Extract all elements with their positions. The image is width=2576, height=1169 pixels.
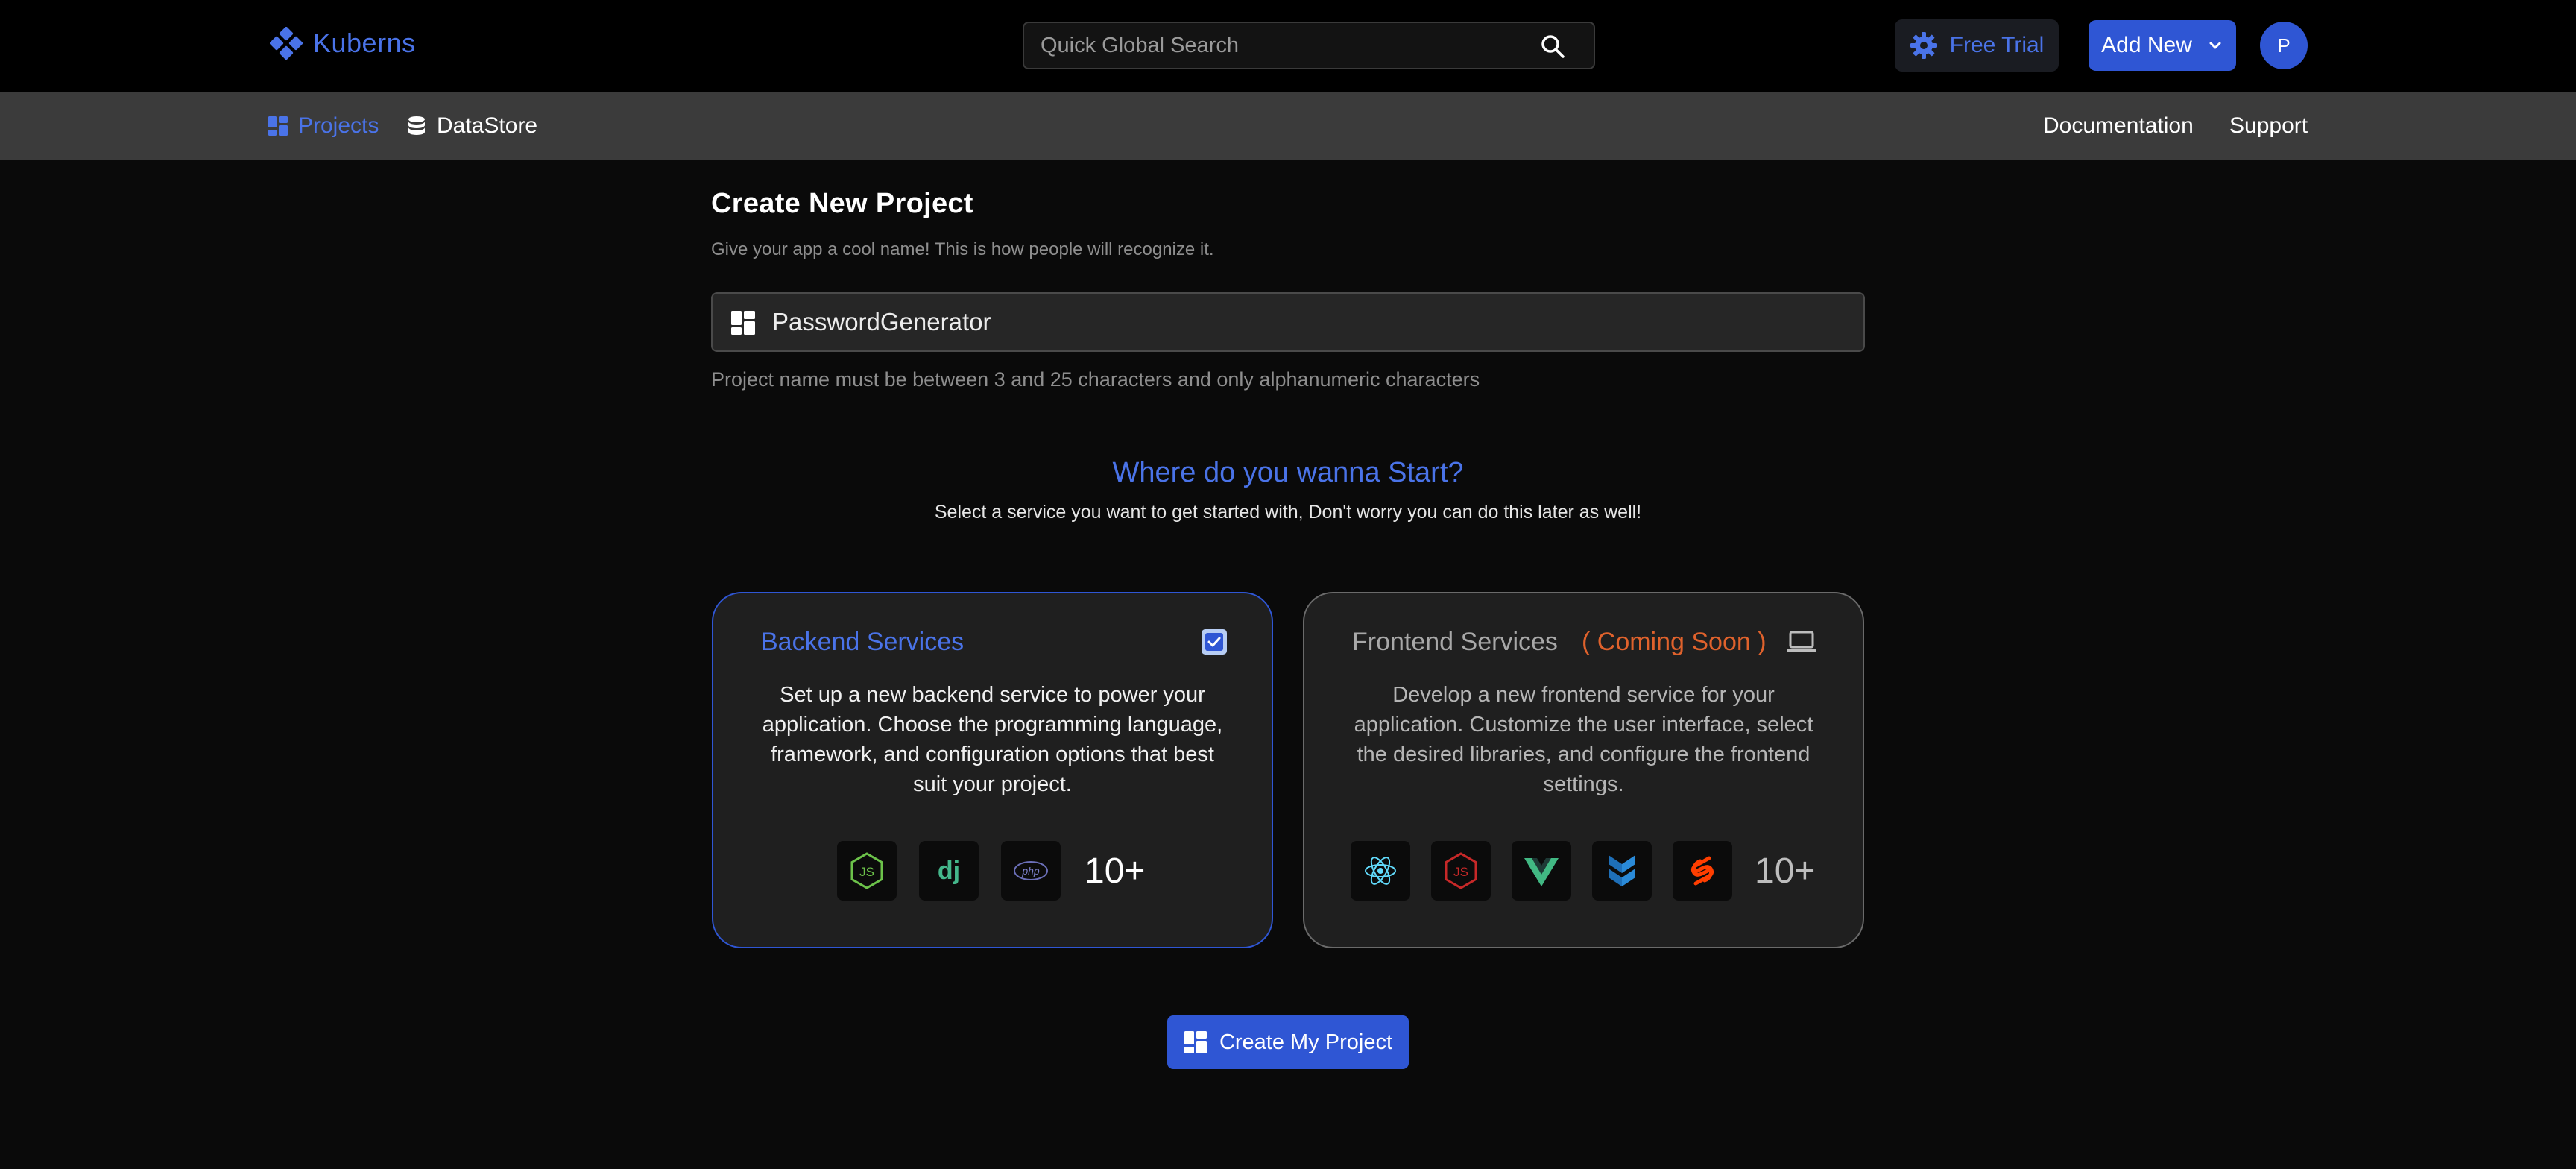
nav-projects-label: Projects [298,113,379,138]
nav-datastore[interactable]: DataStore [405,92,537,160]
javascript-icon: JS [1431,841,1491,901]
create-project-label: Create My Project [1219,1030,1393,1054]
global-search[interactable] [1023,22,1595,69]
brand-logo[interactable]: Kuberns [270,27,416,60]
gear-icon [1910,32,1937,59]
nav-support[interactable]: Support [2229,92,2308,160]
nav-projects[interactable]: Projects [267,92,379,160]
svg-text:php: php [1021,865,1040,877]
svg-text:dj: dj [938,857,960,885]
chevron-down-icon [2209,42,2221,49]
dashboard-icon [1184,1031,1207,1053]
frontend-services-card: Frontend Services ( Coming Soon ) Develo… [1303,592,1864,948]
svg-text:JS: JS [859,865,874,879]
coming-soon-badge: ( Coming Soon ) [1582,628,1767,656]
frontend-more-count: 10+ [1755,851,1816,891]
section-title: Where do you wanna Start? [1112,457,1464,488]
frontend-card-title: Frontend Services [1352,628,1558,656]
backend-tech-list: JS dj php 10+ [837,841,1145,901]
svg-text:JS: JS [1453,865,1468,879]
checkmark-icon [1205,633,1223,651]
page-subtitle: Give your app a cool name! This is how p… [711,239,1214,259]
database-icon [408,116,425,135]
vue-icon [1512,841,1571,901]
user-avatar[interactable]: P [2260,22,2308,69]
backend-services-card[interactable]: Backend Services Set up a new backend se… [712,592,1273,948]
svelte-icon [1673,841,1732,901]
backend-card-title: Backend Services [761,628,965,656]
nodejs-icon: JS [837,841,897,901]
project-name-input[interactable] [772,294,1846,350]
django-icon: dj [919,841,979,901]
free-trial-label: Free Trial [1949,33,2045,57]
backend-more-count: 10+ [1085,851,1146,891]
laptop-icon [1787,631,1816,652]
free-trial-button[interactable]: Free Trial [1895,19,2059,72]
php-icon: php [1001,841,1061,901]
search-input[interactable] [1041,23,1518,68]
add-new-label: Add New [2101,33,2192,57]
secondary-nav: Projects DataStore Documentation Support [0,92,2576,160]
backend-card-description: Set up a new backend service to power yo… [762,683,1223,796]
frontend-card-description: Develop a new frontend service for your … [1354,683,1813,796]
dashboard-icon [268,116,288,136]
add-new-button[interactable]: Add New [2089,20,2236,71]
dashboard-icon [731,311,755,335]
react-icon [1351,841,1410,901]
nav-datastore-label: DataStore [437,113,538,138]
kuberns-logo-icon [270,27,303,60]
backend-checkbox[interactable] [1202,629,1227,655]
create-project-button[interactable]: Create My Project [1167,1015,1409,1069]
project-name-hint: Project name must be between 3 and 25 ch… [711,368,1480,391]
page-title: Create New Project [711,188,973,219]
project-name-field[interactable] [711,292,1865,352]
search-icon[interactable] [1540,34,1565,59]
backbone-icon [1592,841,1652,901]
brand-name: Kuberns [313,28,416,58]
nav-documentation[interactable]: Documentation [2043,92,2194,160]
top-header: Kuberns Free Trial Add New [0,0,2576,92]
frontend-tech-list: JS 10+ [1351,841,1815,901]
section-subtitle: Select a service you want to get started… [934,502,1642,523]
